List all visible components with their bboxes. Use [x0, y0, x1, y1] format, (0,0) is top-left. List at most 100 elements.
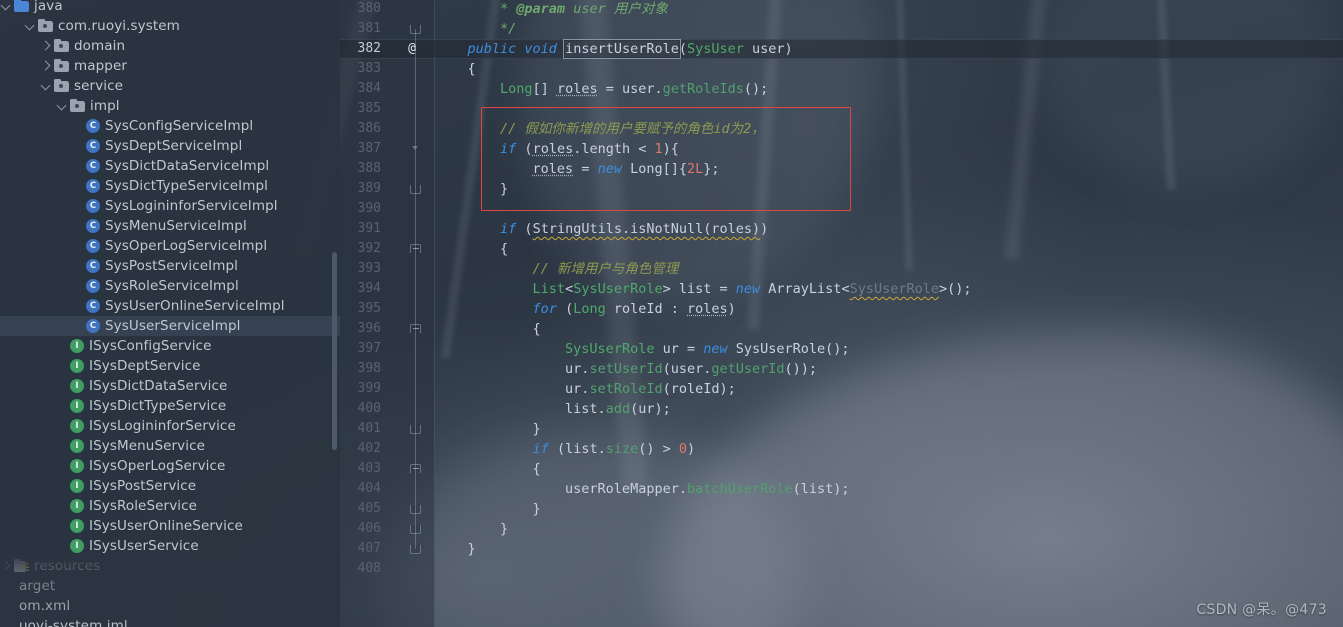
code-token: SysUserRole [573, 281, 663, 297]
tree-item-domain[interactable]: domain [0, 36, 340, 56]
tree-item-sysuserserviceimpl[interactable]: C SysUserServiceImpl [0, 316, 340, 336]
tree-item-label: impl [90, 98, 120, 114]
line-number: 391 [357, 221, 381, 236]
code-line-386[interactable]: // 假如你新增的用户要赋予的角色id为2， [435, 119, 765, 139]
tree-item-resources[interactable]: resources [0, 556, 340, 576]
tree-item-isysuserservice[interactable]: I ISysUserService [0, 536, 340, 556]
code-line-401[interactable]: } [435, 419, 541, 439]
code-folding-stem [410, 29, 421, 149]
tree-item-sysconfigserviceimpl[interactable]: C SysConfigServiceImpl [0, 116, 340, 136]
chevron-none [72, 240, 84, 252]
code-line-387[interactable]: if (roles.length < 1){ [435, 139, 679, 159]
code-line-400[interactable]: list.add(ur); [435, 399, 671, 419]
code-line-383[interactable]: { [435, 59, 476, 79]
tree-item-sysroleserviceimpl[interactable]: C SysRoleServiceImpl [0, 276, 340, 296]
code-editor[interactable]: 380 381 382 @383 384 385 386 387 388 389 390 391 392… [340, 0, 1343, 627]
tree-item-sysoperlogserviceimpl[interactable]: C SysOperLogServiceImpl [0, 236, 340, 256]
tree-item-java[interactable]: java [0, 0, 340, 16]
chevron-none [56, 400, 68, 412]
tree-item-com-ruoyi-system[interactable]: com.ruoyi.system [0, 16, 340, 36]
sidebar-scrollbar-thumb[interactable] [332, 252, 337, 450]
chevron-right-icon[interactable] [0, 560, 12, 572]
code-line-388[interactable]: roles = new Long[]{2L}; [435, 159, 720, 179]
tree-item-sysuseronlineserviceimpl[interactable]: C SysUserOnlineServiceImpl [0, 296, 340, 316]
code-line-381[interactable]: */ [435, 19, 516, 39]
code-token: }; [703, 161, 720, 177]
code-line-384[interactable]: Long[] roles = user.getRoleIds(); [435, 79, 768, 99]
tree-item-label: SysDictDataServiceImpl [105, 158, 270, 174]
tree-item-sysdictdataserviceimpl[interactable]: C SysDictDataServiceImpl [0, 156, 340, 176]
code-folding-stem [410, 149, 421, 249]
code-line-398[interactable]: ur.setUserId(user.getUserId()); [435, 359, 817, 379]
tree-item-isysroleservice[interactable]: I ISysRoleService [0, 496, 340, 516]
tree-item-sysdicttypeserviceimpl[interactable]: C SysDictTypeServiceImpl [0, 176, 340, 196]
gutter-line-408[interactable]: 408 [340, 559, 435, 579]
tree-item-service[interactable]: service [0, 76, 340, 96]
code-token: (user. [662, 361, 712, 377]
chevron-down-icon[interactable] [56, 100, 68, 112]
tree-item-arget[interactable]: arget [0, 576, 340, 596]
tree-item-isyspostservice[interactable]: I ISysPostService [0, 476, 340, 496]
chevron-none [56, 440, 68, 452]
line-number: 384 [357, 81, 381, 96]
line-number: 400 [357, 401, 381, 416]
code-line-393[interactable]: // 新增用户与角色管理 [435, 259, 679, 279]
tree-item-label: SysUserOnlineServiceImpl [105, 298, 285, 314]
code-line-403[interactable]: { [435, 459, 541, 479]
tree-item-isysconfigservice[interactable]: I ISysConfigService [0, 336, 340, 356]
chevron-down-icon[interactable] [24, 20, 36, 32]
editor-gutter[interactable]: 380 381 382 @383 384 385 386 387 388 389 390 391 392… [340, 0, 435, 627]
code-line-394[interactable]: List<SysUserRole> list = new ArrayList<S… [435, 279, 972, 299]
chevron-right-icon[interactable] [40, 60, 52, 72]
code-line-382[interactable]: public void insertUserRole(SysUser user) [435, 39, 793, 59]
code-line-406[interactable]: } [435, 519, 508, 539]
code-line-407[interactable]: } [435, 539, 476, 559]
tree-item-isysdictdataservice[interactable]: I ISysDictDataService [0, 376, 340, 396]
tree-item-impl[interactable]: impl [0, 96, 340, 116]
chevron-down-icon[interactable] [0, 0, 12, 12]
code-line-389[interactable]: } [435, 179, 508, 199]
tree-item-label: ISysPostService [89, 478, 197, 494]
line-number: 398 [357, 361, 381, 376]
code-line-405[interactable]: } [435, 499, 541, 519]
code-line-399[interactable]: ur.setRoleId(roleId); [435, 379, 736, 399]
tree-item-syslogininforserviceimpl[interactable]: C SysLogininforServiceImpl [0, 196, 340, 216]
code-line-380[interactable]: * @param user 用户对象 [435, 0, 668, 19]
tree-item-isyslogininforservice[interactable]: I ISysLogininforService [0, 416, 340, 436]
tree-item-mapper[interactable]: mapper [0, 56, 340, 76]
chevron-down-icon[interactable] [40, 80, 52, 92]
line-number: 401 [357, 421, 381, 436]
tree-item-isysdicttypeservice[interactable]: I ISysDictTypeService [0, 396, 340, 416]
tree-item-label: ISysRoleService [89, 498, 198, 514]
code-token: 2L [687, 161, 704, 177]
code-line-402[interactable]: if (list.size() > 0) [435, 439, 696, 459]
code-line-391[interactable]: if (StringUtils.isNotNull(roles)) [435, 219, 768, 239]
code-line-395[interactable]: for (Long roleId : roles) [435, 299, 736, 319]
code-token: } [435, 541, 476, 557]
class-icon: C [86, 319, 100, 333]
project-tool-window[interactable]: java com.ruoyi.system domain mapper service i… [0, 0, 340, 627]
class-icon: C [86, 119, 100, 133]
line-number: 386 [357, 121, 381, 136]
interface-icon: I [70, 339, 84, 353]
tree-item-sysdeptserviceimpl[interactable]: C SysDeptServiceImpl [0, 136, 340, 156]
code-text-area[interactable]: * @param user 用户对象 */ public void insert… [435, 0, 1343, 627]
code-line-397[interactable]: SysUserRole ur = new SysUserRole(); [435, 339, 850, 359]
tree-item-uoyi-system-iml[interactable]: uoyi-system.iml [0, 616, 340, 627]
code-line-392[interactable]: { [435, 239, 508, 259]
code-line-396[interactable]: { [435, 319, 541, 339]
tree-item-isysdeptservice[interactable]: I ISysDeptService [0, 356, 340, 376]
tree-item-isysuseronlineservice[interactable]: I ISysUserOnlineService [0, 516, 340, 536]
code-token: > list = [662, 281, 736, 297]
tree-item-isysoperlogservice[interactable]: I ISysOperLogService [0, 456, 340, 476]
gutter-line-380[interactable]: 380 [340, 0, 435, 19]
package-icon [38, 19, 53, 33]
tree-item-syspostserviceimpl[interactable]: C SysPostServiceImpl [0, 256, 340, 276]
code-line-404[interactable]: userRoleMapper.batchUserRole(list); [435, 479, 850, 499]
tree-item-isysmenuservice[interactable]: I ISysMenuService [0, 436, 340, 456]
line-number: 380 [357, 1, 381, 16]
tree-item-sysmenuserviceimpl[interactable]: C SysMenuServiceImpl [0, 216, 340, 236]
chevron-right-icon[interactable] [40, 40, 52, 52]
tree-item-om-xml[interactable]: om.xml [0, 596, 340, 616]
